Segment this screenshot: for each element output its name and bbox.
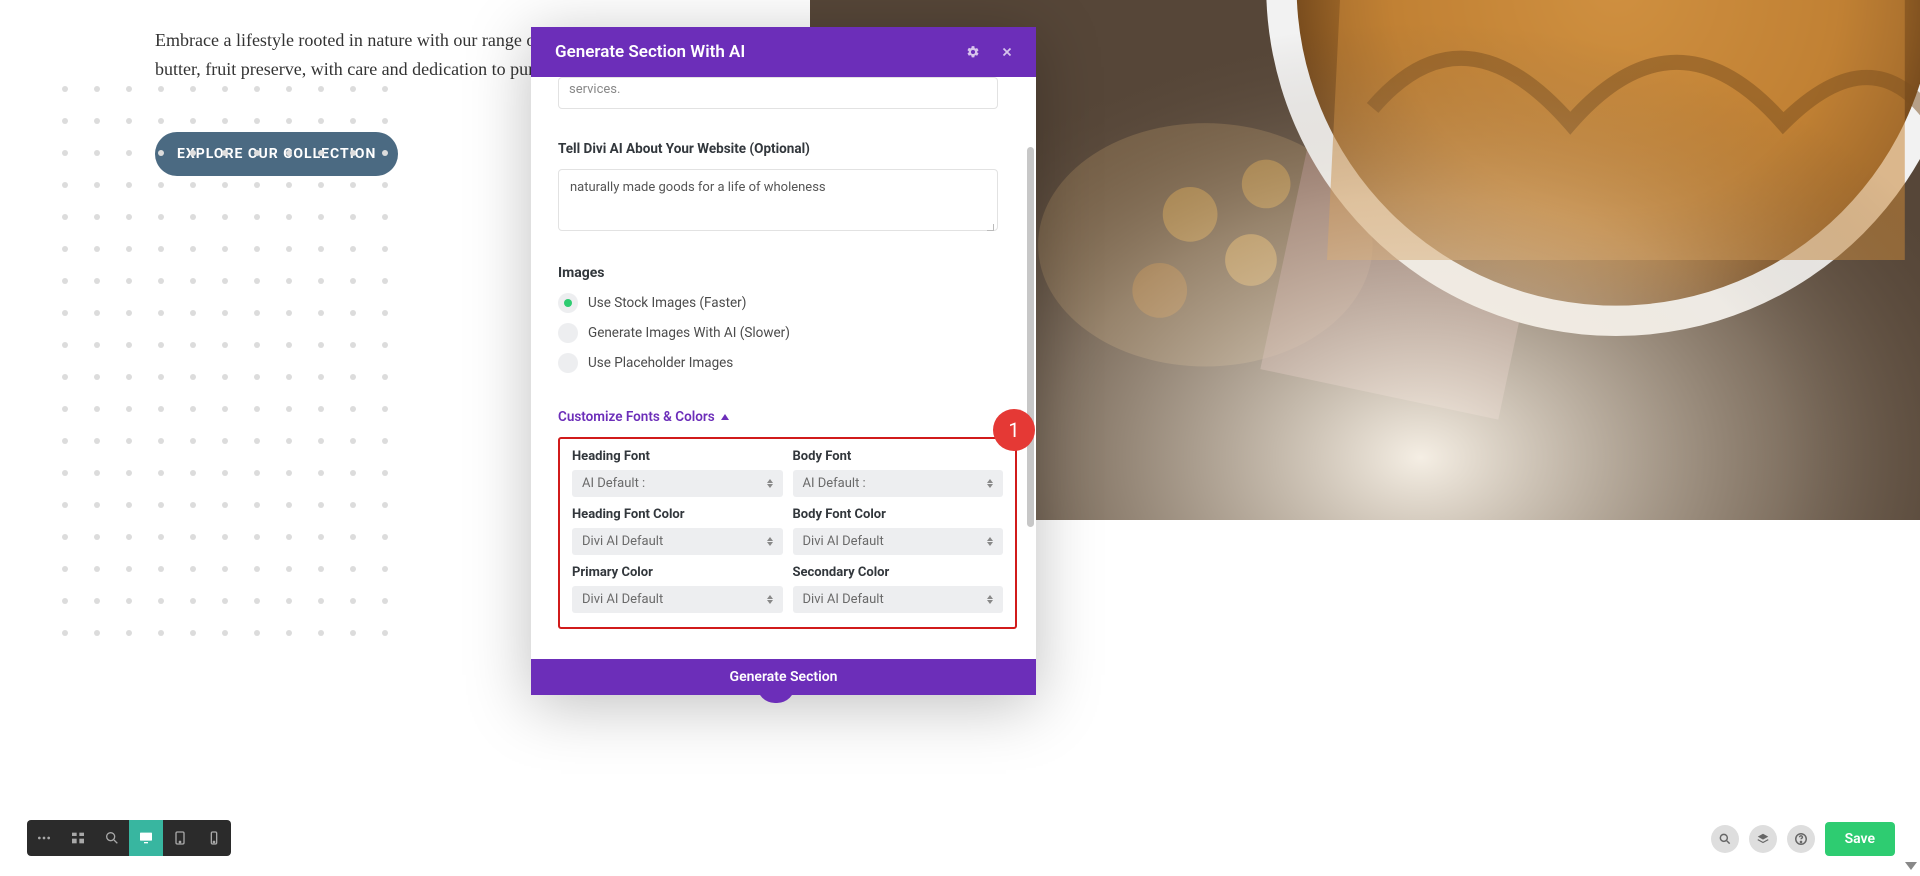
more-icon[interactable] [27,820,61,856]
about-website-label: Tell Divi AI About Your Website (Optiona… [558,141,1009,157]
zoom-icon[interactable] [95,820,129,856]
modal-header: Generate Section With AI [531,27,1036,77]
radio-stock-images[interactable]: Use Stock Images (Faster) [558,293,1009,313]
radio-label: Use Placeholder Images [588,355,733,371]
customize-fonts-colors-toggle[interactable]: Customize Fonts & Colors [558,409,729,425]
primary-color-label: Primary Color [572,565,783,580]
bottom-right-controls: Save [1711,822,1895,856]
modal-body: Tell Divi AI About Your Website (Optiona… [531,77,1036,659]
triangle-up-icon [721,414,729,420]
radio-label: Generate Images With AI (Slower) [588,325,790,341]
callout-badge: 1 [993,409,1035,451]
wireframe-icon[interactable] [61,820,95,856]
settings-icon[interactable] [960,39,986,65]
body-font-color-select[interactable]: Divi AI Default [793,528,1004,555]
modal-scrollbar[interactable] [1027,147,1034,527]
help-icon[interactable] [1787,825,1815,853]
customize-link-text: Customize Fonts & Colors [558,409,715,425]
secondary-color-select[interactable]: Divi AI Default [793,586,1004,613]
heading-font-select[interactable]: AI Default : [572,470,783,497]
modal-title: Generate Section With AI [555,42,745,62]
radio-generate-ai[interactable]: Generate Images With AI (Slower) [558,323,1009,343]
generate-section-modal: Generate Section With AI Tell Divi AI Ab… [531,27,1036,695]
radio-dot-icon [558,353,578,373]
tablet-view-icon[interactable] [163,820,197,856]
desktop-view-icon[interactable] [129,820,163,856]
viewport-toolbar [27,820,231,856]
primary-color-select[interactable]: Divi AI Default [572,586,783,613]
body-font-select[interactable]: AI Default : [793,470,1004,497]
heading-font-color-select[interactable]: Divi AI Default [572,528,783,555]
body-font-label: Body Font [793,449,1004,464]
body-font-color-label: Body Font Color [793,507,1004,522]
heading-font-color-label: Heading Font Color [572,507,783,522]
save-button[interactable]: Save [1825,822,1895,856]
select-value: AI Default : [803,476,866,491]
select-caret-icon [767,595,773,604]
radio-label: Use Stock Images (Faster) [588,295,746,311]
dots-decoration [62,86,402,646]
secondary-color-label: Secondary Color [793,565,1004,580]
select-value: Divi AI Default [582,534,663,549]
select-value: Divi AI Default [803,534,884,549]
generate-section-label: Generate Section [730,669,838,685]
radio-placeholder[interactable]: Use Placeholder Images [558,353,1009,373]
select-caret-icon [987,537,993,546]
search-icon[interactable] [1711,825,1739,853]
select-caret-icon [767,537,773,546]
close-icon[interactable] [994,39,1020,65]
fonts-colors-panel: 1 Heading Font AI Default : Body Font AI… [558,437,1017,629]
page-scroll-down-icon[interactable] [1905,862,1917,870]
select-value: Divi AI Default [582,592,663,607]
images-heading: Images [558,265,1009,281]
radio-dot-icon [558,293,578,313]
heading-font-label: Heading Font [572,449,783,464]
phone-view-icon[interactable] [197,820,231,856]
radio-dot-icon [558,323,578,343]
layers-icon[interactable] [1749,825,1777,853]
select-caret-icon [987,595,993,604]
select-caret-icon [987,479,993,488]
select-caret-icon [767,479,773,488]
select-value: Divi AI Default [803,592,884,607]
section-description-textarea[interactable] [558,77,998,109]
about-website-textarea[interactable] [558,169,998,231]
select-value: AI Default : [582,476,645,491]
